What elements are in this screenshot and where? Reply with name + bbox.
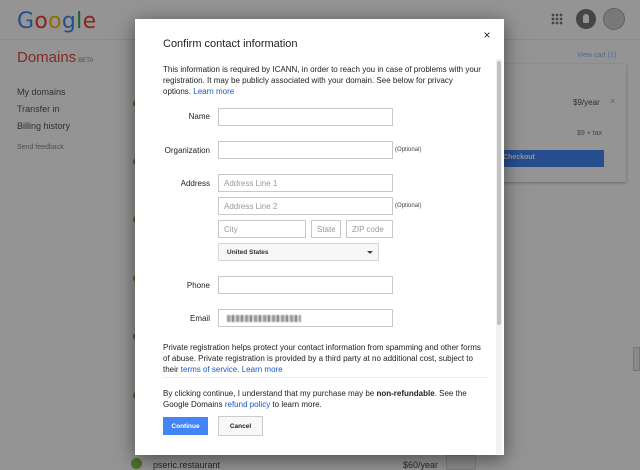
learn-more-link[interactable]: Learn more [193,87,234,96]
privacy-notice: Private registration helps protect your … [163,343,483,375]
state-field[interactable] [311,220,341,238]
divider [163,377,488,378]
zip-code-field[interactable] [346,220,393,238]
address-label: Address [180,179,210,188]
country-select-value: United States [227,249,269,256]
icann-notice: This information is required by ICANN, i… [163,65,483,97]
phone-field[interactable] [218,276,393,294]
organization-field[interactable] [218,141,393,159]
address-line1-field[interactable] [218,174,393,192]
cancel-button[interactable]: Cancel [218,416,263,436]
refund-text: By clicking continue, I understand that … [163,389,375,398]
optional-note: (Optional) [395,203,422,209]
email-label: Email [189,314,210,323]
continue-button[interactable]: Continue [163,417,208,435]
refund-text: to learn more. [272,399,322,409]
confirm-contact-dialog: × Confirm contact information This infor… [135,19,504,455]
close-icon[interactable]: × [481,28,493,42]
privacy-learn-more-link[interactable]: Learn more [242,365,283,374]
chevron-down-icon [367,251,373,254]
email-field[interactable] [218,309,393,327]
name-label: Name [188,112,210,121]
phone-label: Phone [186,281,210,290]
redacted-email-value [227,315,301,322]
non-refundable-text: non-refundable [376,389,435,398]
dialog-title: Confirm contact information [163,38,298,50]
refund-policy-link[interactable]: refund policy [225,400,270,409]
name-field[interactable] [218,108,393,126]
address-line2-field[interactable] [218,197,393,215]
organization-label: Organization [164,146,210,155]
terms-of-service-link[interactable]: terms of service. [181,365,240,374]
optional-note: (Optional) [395,147,422,153]
refund-notice: By clicking continue, I understand that … [163,389,483,411]
dialog-scrollbar-thumb[interactable] [497,61,501,325]
city-field[interactable] [218,220,306,238]
country-select[interactable]: United States [218,243,379,261]
